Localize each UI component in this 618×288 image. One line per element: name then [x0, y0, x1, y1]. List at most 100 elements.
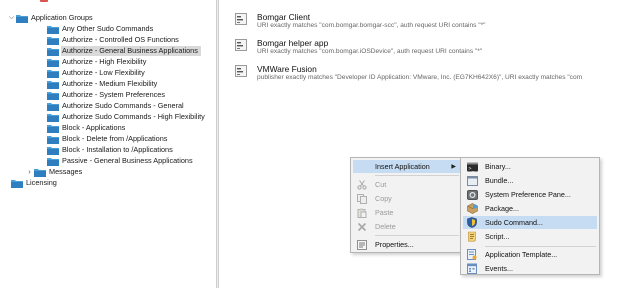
menu-separator	[375, 175, 459, 176]
insert-application-submenu: >_ Binary... Bundle... System Preference…	[460, 157, 600, 275]
tree-item-label: Authorize - System Preferences	[62, 90, 166, 99]
svg-text:>_: >_	[468, 166, 475, 172]
tree-item-label: Messages	[49, 167, 83, 176]
menu-item-label: Paste	[375, 208, 394, 217]
folder-icon	[34, 168, 46, 177]
menu-item-label: Application Template...	[485, 250, 558, 259]
tree-item-licensing[interactable]: Licensing	[11, 178, 60, 188]
folder-icon	[47, 25, 59, 34]
rule-item-vmware-fusion[interactable]: VMWare Fusion publisher exactly matches …	[235, 64, 618, 86]
preference-pane-icon	[466, 189, 478, 201]
tree-item-label: Authorize - Low Flexibility	[62, 68, 145, 77]
tree-item-label: Authorize - Controlled OS Functions	[62, 35, 179, 44]
submenu-item-package[interactable]: Package...	[463, 202, 597, 215]
submenu-arrow-icon: ▶	[451, 164, 456, 170]
menu-item-label: Sudo Command...	[485, 218, 543, 227]
menu-item-copy[interactable]: Copy	[353, 192, 460, 205]
tree-item-label: Block - Applications	[62, 123, 126, 132]
rule-item-bomgar-client[interactable]: Bomgar Client URI exactly matches "com.b…	[235, 12, 618, 34]
rule-description: URI exactly matches "com.bomgar.iOSDevic…	[257, 48, 483, 55]
scissors-icon	[356, 179, 368, 191]
chevron-right-icon[interactable]: ›	[25, 167, 34, 177]
navigation-tree: ⌵ Application Groups Any Other Sudo Comm…	[0, 0, 214, 288]
bundle-icon	[466, 175, 478, 187]
rule-description: publisher exactly matches "Developer ID …	[257, 74, 583, 81]
menu-item-label: Script...	[485, 232, 510, 241]
submenu-item-script[interactable]: Script...	[463, 230, 597, 243]
tree-item-messages[interactable]: › Messages	[25, 167, 85, 177]
paste-icon	[356, 207, 368, 219]
tree-item-label: Authorize - General Business Application…	[61, 46, 201, 56]
tree-item-authorize-sudo-commands-high-flexibility[interactable]: Authorize Sudo Commands - High Flexibili…	[47, 112, 208, 122]
folder-icon	[47, 146, 59, 155]
blank-icon	[356, 161, 368, 173]
submenu-item-events[interactable]: Events...	[463, 262, 597, 275]
application-rule-icon	[235, 65, 247, 77]
submenu-item-application-template[interactable]: Application Template...	[463, 248, 597, 261]
tree-item-label: Application Groups	[31, 13, 93, 22]
menu-item-label: Events...	[485, 264, 513, 273]
tree-item-authorize-general-business-applications[interactable]: Authorize - General Business Application…	[47, 46, 201, 56]
folder-icon	[11, 179, 23, 188]
menu-item-label: Binary...	[485, 162, 511, 171]
tree-item-block-applications[interactable]: Block - Applications	[47, 123, 128, 133]
menu-item-paste[interactable]: Paste	[353, 206, 460, 219]
menu-item-delete[interactable]: Delete	[353, 220, 460, 233]
folder-icon	[47, 102, 59, 111]
menu-item-label: System Preference Pane...	[485, 190, 571, 199]
tree-item-authorize-sudo-commands-general[interactable]: Authorize Sudo Commands - General	[47, 101, 187, 111]
tree-item-block-installation-to-applications[interactable]: Block - Installation to /Applications	[47, 145, 176, 155]
properties-icon	[356, 239, 368, 251]
tree-item-label: Block - Installation to /Applications	[62, 145, 173, 154]
menu-separator	[485, 246, 596, 247]
folder-icon	[47, 47, 59, 56]
folder-icon	[47, 69, 59, 78]
menu-item-label: Cut	[375, 180, 387, 189]
terminal-icon: >_	[466, 161, 478, 173]
folder-icon	[47, 135, 59, 144]
rule-title: Bomgar Client	[257, 12, 311, 22]
menu-separator	[375, 235, 459, 236]
tree-item-label: Authorize Sudo Commands - General	[62, 101, 184, 110]
tree-item-application-groups[interactable]: ⌵ Application Groups	[7, 13, 96, 23]
tree-item-any-other-sudo-commands[interactable]: Any Other Sudo Commands	[47, 24, 156, 34]
tree-item-label: Licensing	[26, 178, 57, 187]
template-icon	[466, 249, 478, 261]
tree-item-passive-general-business-applications[interactable]: Passive - General Business Applications	[47, 156, 196, 166]
application-rule-icon	[235, 13, 247, 25]
menu-item-label: Insert Application	[375, 162, 430, 171]
folder-icon	[16, 14, 28, 23]
menu-item-label: Package...	[485, 204, 519, 213]
tree-item-authorize-system-preferences[interactable]: Authorize - System Preferences	[47, 90, 168, 100]
submenu-item-sudo-command[interactable]: Sudo Command...	[463, 216, 597, 229]
tree-item-block-delete-from-applications[interactable]: Block - Delete from /Applications	[47, 134, 170, 144]
submenu-item-binary[interactable]: >_ Binary...	[463, 160, 597, 173]
tree-item-label: Passive - General Business Applications	[62, 156, 193, 165]
menu-item-properties[interactable]: Properties...	[353, 238, 460, 251]
menu-item-label: Bundle...	[485, 176, 514, 185]
rule-title: VMWare Fusion	[257, 64, 317, 74]
chevron-down-icon[interactable]: ⌵	[7, 13, 16, 23]
rule-title: Bomgar helper app	[257, 38, 329, 48]
menu-item-cut[interactable]: Cut	[353, 178, 460, 191]
partial-icon	[40, 0, 48, 2]
menu-item-label: Copy	[375, 194, 392, 203]
folder-icon	[47, 36, 59, 45]
context-menu: Insert Application ▶ Cut Copy Paste Dele…	[350, 157, 463, 253]
copy-icon	[356, 193, 368, 205]
tree-item-authorize-medium-flexibility[interactable]: Authorize - Medium Flexibility	[47, 79, 160, 89]
tree-item-authorize-low-flexibility[interactable]: Authorize - Low Flexibility	[47, 68, 148, 78]
tree-item-authorize-high-flexibility[interactable]: Authorize - High Flexibility	[47, 57, 149, 67]
tree-item-label: Block - Delete from /Applications	[62, 134, 168, 143]
folder-icon	[47, 80, 59, 89]
pane-splitter[interactable]	[216, 0, 219, 288]
menu-item-insert-application[interactable]: Insert Application ▶	[353, 160, 460, 173]
tree-item-authorize-controlled-os-functions[interactable]: Authorize - Controlled OS Functions	[47, 35, 182, 45]
folder-icon	[47, 113, 59, 122]
folder-icon	[47, 58, 59, 67]
rule-description: URI exactly matches "com.bomgar.bomgar-s…	[257, 22, 486, 29]
submenu-item-system-preference-pane[interactable]: System Preference Pane...	[463, 188, 597, 201]
submenu-item-bundle[interactable]: Bundle...	[463, 174, 597, 187]
rule-item-bomgar-helper-app[interactable]: Bomgar helper app URI exactly matches "c…	[235, 38, 618, 60]
menu-item-label: Delete	[375, 222, 396, 231]
